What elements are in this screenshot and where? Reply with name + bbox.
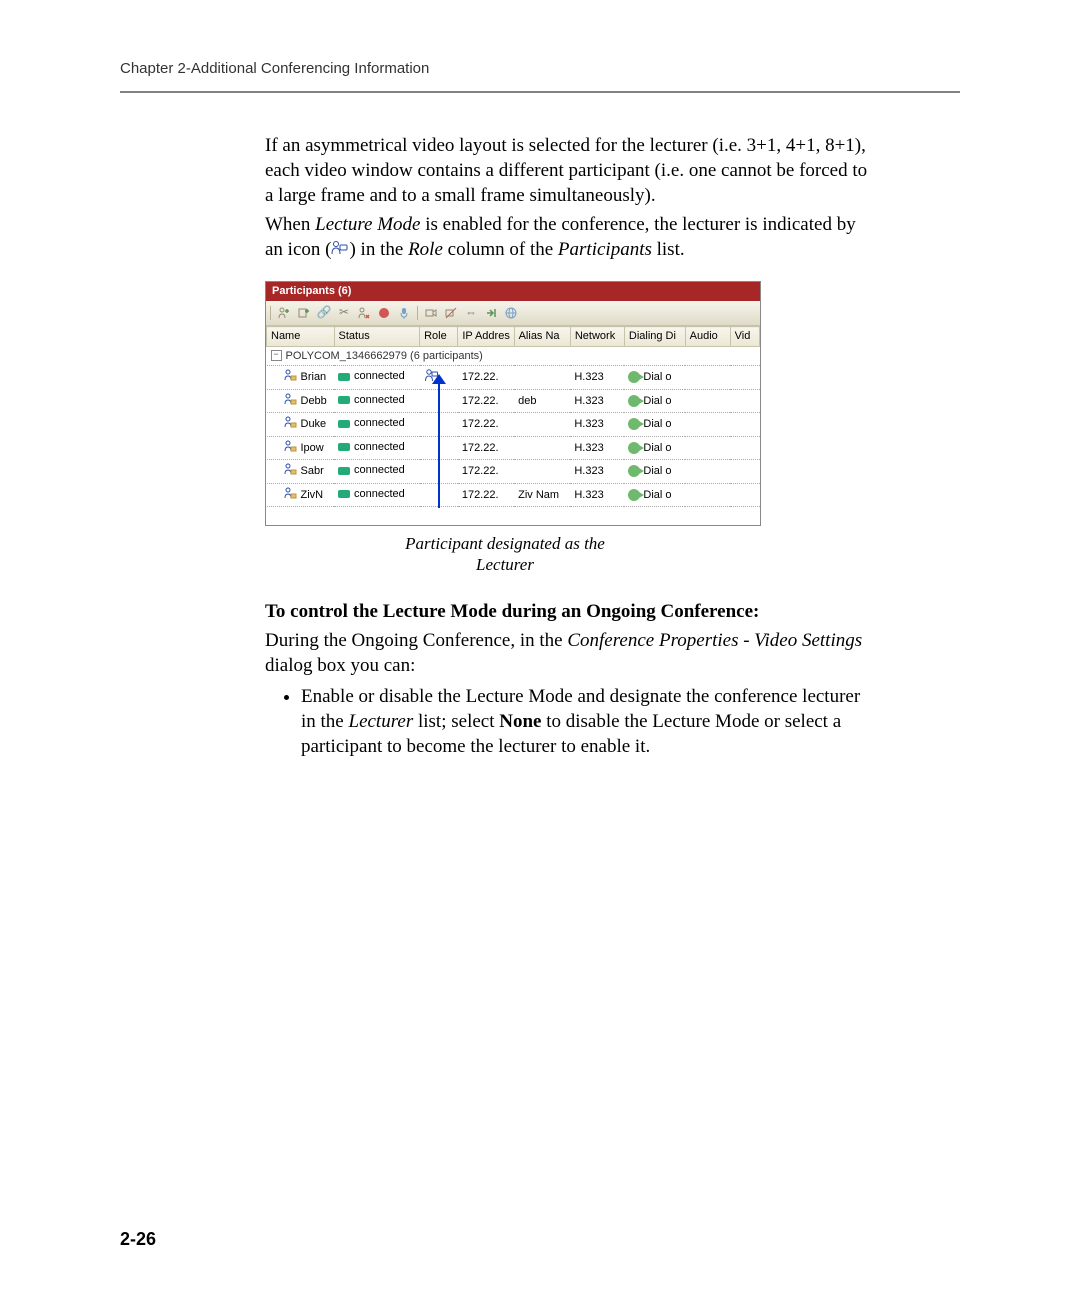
col-vid[interactable]: Vid bbox=[730, 327, 759, 347]
status-dot-icon bbox=[338, 420, 350, 428]
lecturer-role-icon bbox=[424, 373, 438, 385]
status-dot-icon bbox=[338, 443, 350, 451]
dial-out-icon bbox=[628, 465, 640, 477]
text: list; select bbox=[413, 711, 499, 732]
header-rule bbox=[120, 91, 960, 93]
subheading: To control the Lecture Mode during an On… bbox=[265, 599, 875, 624]
dial-out-icon bbox=[628, 489, 640, 501]
status-dot-icon bbox=[338, 490, 350, 498]
scissors-icon[interactable]: ✂ bbox=[337, 306, 351, 320]
text: column of the bbox=[443, 239, 558, 260]
col-role[interactable]: Role bbox=[420, 327, 458, 347]
collapse-icon[interactable]: − bbox=[271, 350, 282, 361]
add-participant-icon[interactable] bbox=[277, 306, 291, 320]
paragraph-2: When Lecture Mode is enabled for the con… bbox=[265, 212, 875, 263]
status-chip: connected bbox=[338, 369, 405, 384]
col-dialdir[interactable]: Dialing Di bbox=[624, 327, 685, 347]
dial-out-icon bbox=[628, 395, 640, 407]
table-row[interactable]: Ipowconnected172.22.H.323Dial o bbox=[267, 436, 760, 460]
participant-icon bbox=[283, 415, 297, 434]
col-name[interactable]: Name bbox=[267, 327, 335, 347]
paragraph-1: If an asymmetrical video layout is selec… bbox=[265, 133, 875, 208]
table-row[interactable]: Sabrconnected172.22.H.323Dial o bbox=[267, 460, 760, 484]
text: When bbox=[265, 214, 315, 235]
bullet-1: Enable or disable the Lecture Mode and d… bbox=[301, 684, 875, 759]
table-row[interactable]: Debbconnected172.22.debH.323Dial o bbox=[267, 389, 760, 413]
table-row[interactable]: Brianconnected172.22.H.323Dial o bbox=[267, 366, 760, 390]
col-status[interactable]: Status bbox=[334, 327, 420, 347]
mute-all-icon[interactable] bbox=[444, 306, 458, 320]
col-audio[interactable]: Audio bbox=[685, 327, 730, 347]
text: dialog box you can: bbox=[265, 655, 415, 676]
dial-out-icon bbox=[628, 442, 640, 454]
participant-icon bbox=[283, 368, 297, 387]
camera-icon[interactable] bbox=[424, 306, 438, 320]
col-alias[interactable]: Alias Na bbox=[514, 327, 570, 347]
panel-toolbar: 🔗 ✂ ⇔ bbox=[266, 301, 760, 326]
record-icon[interactable] bbox=[377, 306, 391, 320]
caption-line-2: Lecturer bbox=[476, 555, 534, 574]
status-dot-icon bbox=[338, 396, 350, 404]
participant-icon bbox=[283, 392, 297, 411]
body-content: If an asymmetrical video layout is selec… bbox=[265, 133, 875, 759]
link-icon[interactable]: 🔗 bbox=[317, 306, 331, 320]
conf-props-term: Conference Properties - Video Settings bbox=[567, 630, 862, 651]
participants-term: Participants bbox=[558, 239, 652, 260]
lecturer-role-icon bbox=[331, 238, 349, 263]
panel-bottom-space bbox=[266, 507, 760, 525]
page-header: Chapter 2-Additional Conferencing Inform… bbox=[120, 60, 960, 87]
toolbar-separator bbox=[417, 306, 418, 320]
dial-out-icon bbox=[628, 418, 640, 430]
toolbar-separator bbox=[270, 306, 271, 320]
lecturer-list-term: Lecturer bbox=[349, 711, 414, 732]
add-new-icon[interactable] bbox=[297, 306, 311, 320]
swap-icon[interactable]: ⇔ bbox=[464, 306, 478, 320]
lecture-mode-term: Lecture Mode bbox=[315, 214, 420, 235]
status-chip: connected bbox=[338, 487, 405, 502]
text: list. bbox=[652, 239, 685, 260]
col-network[interactable]: Network bbox=[570, 327, 624, 347]
bullet-list: Enable or disable the Lecture Mode and d… bbox=[265, 684, 875, 759]
paragraph-3: During the Ongoing Conference, in the Co… bbox=[265, 628, 875, 678]
status-dot-icon bbox=[338, 467, 350, 475]
text: ) in the bbox=[349, 239, 408, 260]
participant-icon bbox=[283, 462, 297, 481]
role-term: Role bbox=[408, 239, 443, 260]
table-header-row: Name Status Role IP Addres Alias Na Netw… bbox=[267, 327, 760, 347]
participant-icon bbox=[283, 486, 297, 505]
remove-icon[interactable] bbox=[357, 306, 371, 320]
status-chip: connected bbox=[338, 440, 405, 455]
participants-table: Name Status Role IP Addres Alias Na Netw… bbox=[266, 326, 760, 507]
mic-icon[interactable] bbox=[397, 306, 411, 320]
col-ip[interactable]: IP Addres bbox=[458, 327, 514, 347]
status-dot-icon bbox=[338, 373, 350, 381]
none-option: None bbox=[499, 711, 541, 732]
screenshot-caption: Participant designated as the Lecturer bbox=[335, 534, 675, 575]
table-row[interactable]: ZivNconnected172.22.Ziv NamH.323Dial o bbox=[267, 483, 760, 507]
panel-title: Participants (6) bbox=[266, 282, 760, 301]
arrow-in-icon[interactable] bbox=[484, 306, 498, 320]
dial-out-icon bbox=[628, 371, 640, 383]
participants-panel: Participants (6) 🔗 ✂ bbox=[265, 281, 761, 526]
status-chip: connected bbox=[338, 463, 405, 478]
table-row[interactable]: Dukeconnected172.22.H.323Dial o bbox=[267, 413, 760, 437]
group-row[interactable]: −POLYCOM_1346662979 (6 participants) bbox=[267, 346, 760, 366]
page-number: 2-26 bbox=[120, 1229, 156, 1250]
caption-line-1: Participant designated as the bbox=[405, 534, 605, 553]
participant-icon bbox=[283, 439, 297, 458]
globe-icon[interactable] bbox=[504, 306, 518, 320]
status-chip: connected bbox=[338, 393, 405, 408]
status-chip: connected bbox=[338, 416, 405, 431]
text: During the Ongoing Conference, in the bbox=[265, 630, 567, 651]
